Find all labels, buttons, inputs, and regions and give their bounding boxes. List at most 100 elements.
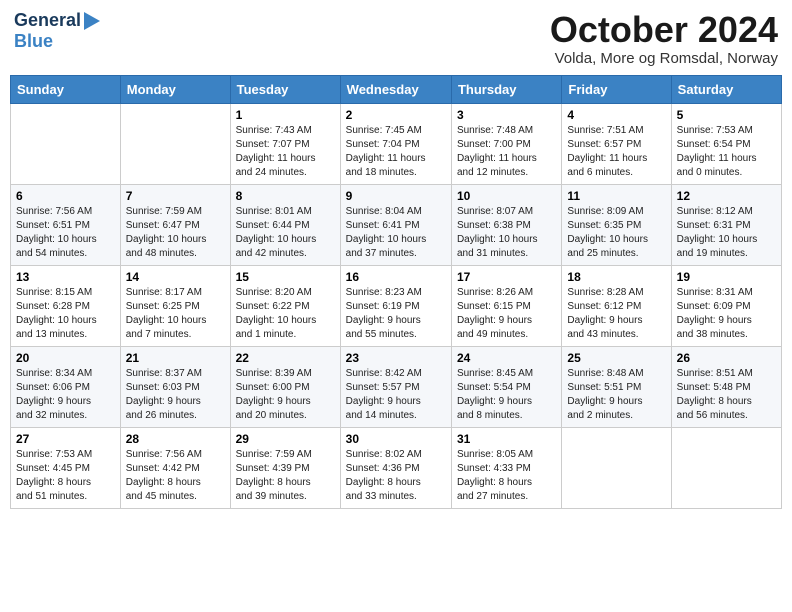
day-number: 27	[16, 432, 115, 446]
calendar-cell: 23Sunrise: 8:42 AMSunset: 5:57 PMDayligh…	[340, 346, 451, 427]
calendar-cell: 11 Sunrise: 8:09 AMSunset: 6:35 PMDayligh…	[562, 184, 671, 265]
calendar-cell: 27 Sunrise: 7:53 AMSunset: 4:45 PMDayligh…	[11, 427, 121, 508]
day-number: 17	[457, 270, 556, 284]
day-info: Sunrise: 8:34 AMSunset: 6:06 PMDaylight:…	[16, 367, 115, 423]
calendar-week-4: 20Sunrise: 8:34 AMSunset: 6:06 PMDayligh…	[11, 346, 782, 427]
calendar-cell	[120, 103, 230, 184]
logo-general: General	[14, 10, 81, 31]
day-info: Sunrise: 8:01 AMSunset: 6:44 PMDaylight:…	[236, 205, 335, 261]
day-info: Sunrise: 8:20 AMSunset: 6:22 PMDaylight:…	[236, 286, 335, 342]
calendar-cell: 25 Sunrise: 8:48 AMSunset: 5:51 PMDayligh…	[562, 346, 671, 427]
calendar-week-1: 1 Sunrise: 7:43 AMSunset: 7:07 PMDaylight…	[11, 103, 782, 184]
calendar-cell: 5 Sunrise: 7:53 AMSunset: 6:54 PMDaylight…	[671, 103, 781, 184]
day-number: 4	[567, 108, 665, 122]
day-info: Sunrise: 8:04 AMSunset: 6:41 PMDaylight:…	[346, 205, 446, 261]
calendar-cell: 3 Sunrise: 7:48 AMSunset: 7:00 PMDaylight…	[451, 103, 561, 184]
day-info: Sunrise: 7:45 AMSunset: 7:04 PMDaylight:…	[346, 124, 446, 180]
day-info: Sunrise: 8:28 AMSunset: 6:12 PMDaylight:…	[567, 286, 665, 342]
day-info: Sunrise: 8:26 AMSunset: 6:15 PMDaylight:…	[457, 286, 556, 342]
col-header-wednesday: Wednesday	[340, 75, 451, 103]
day-info: Sunrise: 8:12 AMSunset: 6:31 PMDaylight:…	[677, 205, 776, 261]
calendar-cell: 8 Sunrise: 8:01 AMSunset: 6:44 PMDaylight…	[230, 184, 340, 265]
calendar-cell	[671, 427, 781, 508]
day-number: 18	[567, 270, 665, 284]
calendar-cell: 10 Sunrise: 8:07 AMSunset: 6:38 PMDayligh…	[451, 184, 561, 265]
day-number: 5	[677, 108, 776, 122]
page-header: General Blue October 2024 Volda, More og…	[10, 10, 782, 67]
title-section: October 2024 Volda, More og Romsdal, Nor…	[550, 10, 778, 67]
day-info: Sunrise: 8:45 AMSunset: 5:54 PMDaylight:…	[457, 367, 556, 423]
day-number: 9	[346, 189, 446, 203]
day-number: 29	[236, 432, 335, 446]
day-number: 16	[346, 270, 446, 284]
day-number: 26	[677, 351, 776, 365]
logo-blue: Blue	[14, 31, 53, 51]
calendar-cell: 6Sunrise: 7:56 AMSunset: 6:51 PMDaylight…	[11, 184, 121, 265]
calendar-week-5: 27 Sunrise: 7:53 AMSunset: 4:45 PMDayligh…	[11, 427, 782, 508]
day-info: Sunrise: 8:48 AMSunset: 5:51 PMDaylight:…	[567, 367, 665, 423]
calendar-cell: 30Sunrise: 8:02 AMSunset: 4:36 PMDayligh…	[340, 427, 451, 508]
calendar-cell: 9 Sunrise: 8:04 AMSunset: 6:41 PMDaylight…	[340, 184, 451, 265]
calendar-cell: 18 Sunrise: 8:28 AMSunset: 6:12 PMDayligh…	[562, 265, 671, 346]
day-number: 19	[677, 270, 776, 284]
calendar-cell: 1 Sunrise: 7:43 AMSunset: 7:07 PMDaylight…	[230, 103, 340, 184]
day-info: Sunrise: 8:51 AMSunset: 5:48 PMDaylight:…	[677, 367, 776, 423]
day-info: Sunrise: 8:02 AMSunset: 4:36 PMDaylight:…	[346, 448, 446, 504]
col-header-friday: Friday	[562, 75, 671, 103]
calendar-cell: 7 Sunrise: 7:59 AMSunset: 6:47 PMDaylight…	[120, 184, 230, 265]
calendar-cell: 31 Sunrise: 8:05 AMSunset: 4:33 PMDayligh…	[451, 427, 561, 508]
day-info: Sunrise: 7:56 AMSunset: 6:51 PMDaylight:…	[16, 205, 115, 261]
day-number: 3	[457, 108, 556, 122]
calendar-header: SundayMondayTuesdayWednesdayThursdayFrid…	[11, 75, 782, 103]
day-number: 21	[126, 351, 225, 365]
logo-arrow-icon	[84, 12, 100, 30]
col-header-saturday: Saturday	[671, 75, 781, 103]
month-title: October 2024	[550, 10, 778, 50]
day-number: 14	[126, 270, 225, 284]
day-number: 11	[567, 189, 665, 203]
day-info: Sunrise: 8:23 AMSunset: 6:19 PMDaylight:…	[346, 286, 446, 342]
day-number: 25	[567, 351, 665, 365]
calendar-cell: 15Sunrise: 8:20 AMSunset: 6:22 PMDayligh…	[230, 265, 340, 346]
day-number: 1	[236, 108, 335, 122]
day-number: 12	[677, 189, 776, 203]
calendar-week-2: 6Sunrise: 7:56 AMSunset: 6:51 PMDaylight…	[11, 184, 782, 265]
calendar-cell: 17 Sunrise: 8:26 AMSunset: 6:15 PMDayligh…	[451, 265, 561, 346]
day-number: 10	[457, 189, 556, 203]
calendar-cell: 12 Sunrise: 8:12 AMSunset: 6:31 PMDayligh…	[671, 184, 781, 265]
day-info: Sunrise: 7:56 AMSunset: 4:42 PMDaylight:…	[126, 448, 225, 504]
day-info: Sunrise: 8:17 AMSunset: 6:25 PMDaylight:…	[126, 286, 225, 342]
calendar-cell: 22 Sunrise: 8:39 AMSunset: 6:00 PMDayligh…	[230, 346, 340, 427]
day-info: Sunrise: 7:43 AMSunset: 7:07 PMDaylight:…	[236, 124, 335, 180]
calendar-week-3: 13 Sunrise: 8:15 AMSunset: 6:28 PMDayligh…	[11, 265, 782, 346]
day-info: Sunrise: 7:59 AMSunset: 4:39 PMDaylight:…	[236, 448, 335, 504]
calendar-cell: 14 Sunrise: 8:17 AMSunset: 6:25 PMDayligh…	[120, 265, 230, 346]
day-info: Sunrise: 8:05 AMSunset: 4:33 PMDaylight:…	[457, 448, 556, 504]
day-info: Sunrise: 7:53 AMSunset: 6:54 PMDaylight:…	[677, 124, 776, 180]
day-info: Sunrise: 8:15 AMSunset: 6:28 PMDaylight:…	[16, 286, 115, 342]
day-number: 31	[457, 432, 556, 446]
calendar-table: SundayMondayTuesdayWednesdayThursdayFrid…	[10, 75, 782, 509]
day-info: Sunrise: 8:39 AMSunset: 6:00 PMDaylight:…	[236, 367, 335, 423]
calendar-cell	[562, 427, 671, 508]
day-info: Sunrise: 8:09 AMSunset: 6:35 PMDaylight:…	[567, 205, 665, 261]
col-header-thursday: Thursday	[451, 75, 561, 103]
col-header-monday: Monday	[120, 75, 230, 103]
calendar-cell: 19 Sunrise: 8:31 AMSunset: 6:09 PMDayligh…	[671, 265, 781, 346]
day-number: 7	[126, 189, 225, 203]
day-info: Sunrise: 7:59 AMSunset: 6:47 PMDaylight:…	[126, 205, 225, 261]
day-info: Sunrise: 7:48 AMSunset: 7:00 PMDaylight:…	[457, 124, 556, 180]
calendar-cell: 26 Sunrise: 8:51 AMSunset: 5:48 PMDayligh…	[671, 346, 781, 427]
day-number: 22	[236, 351, 335, 365]
calendar-cell: 13 Sunrise: 8:15 AMSunset: 6:28 PMDayligh…	[11, 265, 121, 346]
day-info: Sunrise: 8:07 AMSunset: 6:38 PMDaylight:…	[457, 205, 556, 261]
day-number: 13	[16, 270, 115, 284]
calendar-cell: 20Sunrise: 8:34 AMSunset: 6:06 PMDayligh…	[11, 346, 121, 427]
day-number: 24	[457, 351, 556, 365]
day-info: Sunrise: 7:51 AMSunset: 6:57 PMDaylight:…	[567, 124, 665, 180]
day-info: Sunrise: 7:53 AMSunset: 4:45 PMDaylight:…	[16, 448, 115, 504]
day-number: 8	[236, 189, 335, 203]
day-info: Sunrise: 8:31 AMSunset: 6:09 PMDaylight:…	[677, 286, 776, 342]
calendar-cell	[11, 103, 121, 184]
day-number: 23	[346, 351, 446, 365]
